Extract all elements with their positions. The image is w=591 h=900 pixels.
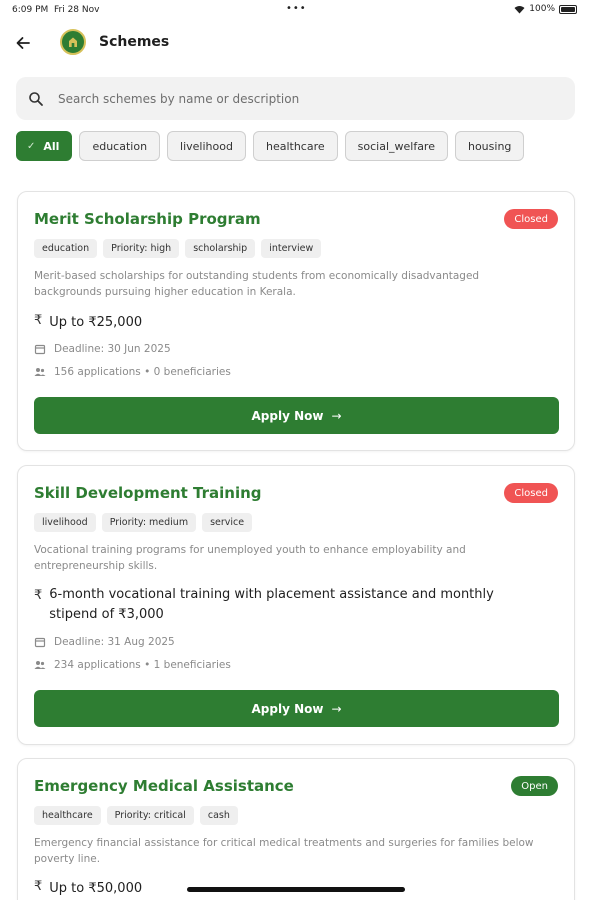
filter-chip-label: education: [92, 139, 148, 153]
tag-list: education Priority: high scholarship int…: [34, 239, 322, 258]
status-badge: Closed: [504, 209, 558, 229]
scheme-card[interactable]: Merit Scholarship Program Closed educati…: [17, 191, 575, 451]
scheme-card[interactable]: Emergency Medical Assistance Open health…: [17, 758, 575, 900]
search-bar[interactable]: [16, 77, 575, 120]
scheme-benefit: ₹ 6-month vocational training with place…: [34, 585, 519, 625]
filter-chip-housing[interactable]: housing: [454, 131, 525, 161]
apply-label: Apply Now: [251, 408, 324, 423]
scheme-title: Skill Development Training: [34, 484, 262, 502]
filter-chip-label: social_welfare: [357, 139, 435, 153]
tag-type: scholarship: [185, 239, 256, 258]
tag-process: interview: [261, 239, 322, 258]
stats-text: 234 applications • 1 beneficiaries: [54, 659, 231, 671]
scheme-benefit: ₹ Up to ₹50,000: [34, 879, 142, 899]
scheme-card[interactable]: Skill Development Training Closed liveli…: [17, 465, 575, 745]
deadline-row: Deadline: 30 Jun 2025: [34, 343, 171, 355]
logo-icon: [60, 29, 86, 55]
calendar-icon: [34, 637, 46, 648]
scheme-description: Emergency financial assistance for criti…: [34, 837, 534, 865]
filter-chip-all[interactable]: ✓ All: [16, 131, 73, 161]
deadline-row: Deadline: 31 Aug 2025: [34, 636, 175, 648]
apply-label: Apply Now: [251, 701, 324, 716]
apply-now-button[interactable]: Apply Now →: [34, 690, 559, 727]
tag-priority: Priority: critical: [106, 806, 194, 825]
scheme-description: Merit-based scholarships for outstanding…: [34, 270, 480, 298]
rupee-icon: ₹: [34, 588, 43, 603]
battery-percent: 100%: [529, 4, 555, 14]
tag-type: service: [202, 513, 253, 532]
status-time-date: 6:09 PM Fri 28 Nov: [12, 5, 99, 15]
people-icon: [34, 368, 46, 376]
tag-priority: Priority: high: [103, 239, 180, 258]
benefit-text: Up to ₹50,000: [49, 881, 143, 896]
rupee-icon: ₹: [34, 879, 43, 894]
status-right: 100%: [514, 4, 577, 14]
filter-chip-label: All: [43, 139, 60, 153]
home-indicator[interactable]: [187, 887, 405, 892]
deadline-text: Deadline: 30 Jun 2025: [54, 343, 171, 355]
stats-row: 234 applications • 1 beneficiaries: [34, 659, 231, 671]
arrow-right-icon: →: [331, 408, 342, 423]
stats-text: 156 applications • 0 beneficiaries: [54, 366, 231, 378]
status-bar: 6:09 PM Fri 28 Nov ••• 100%: [0, 0, 591, 20]
scheme-benefit: ₹ Up to ₹25,000: [34, 313, 142, 333]
tag-category: education: [34, 239, 98, 258]
tag-category: livelihood: [34, 513, 96, 532]
app-header: Schemes: [0, 26, 591, 60]
search-icon: [29, 91, 43, 106]
tag-category: healthcare: [34, 806, 101, 825]
scheme-title: Merit Scholarship Program: [34, 210, 261, 228]
battery-icon: [559, 4, 577, 14]
apply-now-button[interactable]: Apply Now →: [34, 397, 559, 434]
scheme-description: Vocational training programs for unemplo…: [34, 544, 466, 572]
scheme-title: Emergency Medical Assistance: [34, 777, 294, 795]
filter-chip-label: livelihood: [180, 139, 233, 153]
arrow-right-icon: →: [331, 701, 342, 716]
check-icon: ✓: [27, 140, 36, 152]
calendar-icon: [34, 344, 46, 355]
tag-type: cash: [199, 806, 238, 825]
benefit-text: 6-month vocational training with placeme…: [49, 587, 494, 622]
status-date: Fri 28 Nov: [54, 5, 100, 15]
deadline-text: Deadline: 31 Aug 2025: [54, 636, 175, 648]
stats-row: 156 applications • 0 beneficiaries: [34, 366, 231, 378]
status-dots: •••: [286, 3, 307, 14]
tag-priority: Priority: medium: [101, 513, 197, 532]
search-input[interactable]: [58, 91, 538, 106]
page-title: Schemes: [99, 34, 170, 50]
tag-list: livelihood Priority: medium service: [34, 513, 253, 532]
back-arrow-icon: [16, 37, 30, 49]
status-badge: Open: [511, 776, 558, 796]
benefit-text: Up to ₹25,000: [49, 315, 143, 330]
rupee-icon: ₹: [34, 313, 43, 328]
tag-list: healthcare Priority: critical cash: [34, 806, 238, 825]
filter-chip-livelihood[interactable]: livelihood: [167, 131, 246, 161]
filter-chips: ✓ All education livelihood healthcare so…: [16, 131, 525, 161]
people-icon: [34, 661, 46, 669]
filter-chip-label: housing: [467, 139, 512, 153]
status-badge: Closed: [504, 483, 558, 503]
filter-chip-education[interactable]: education: [79, 131, 161, 161]
filter-chip-social-welfare[interactable]: social_welfare: [344, 131, 448, 161]
back-button[interactable]: [12, 32, 34, 54]
status-time: 6:09 PM: [12, 5, 49, 15]
wifi-icon: [514, 5, 525, 13]
filter-chip-label: healthcare: [265, 139, 325, 153]
filter-chip-healthcare[interactable]: healthcare: [252, 131, 338, 161]
